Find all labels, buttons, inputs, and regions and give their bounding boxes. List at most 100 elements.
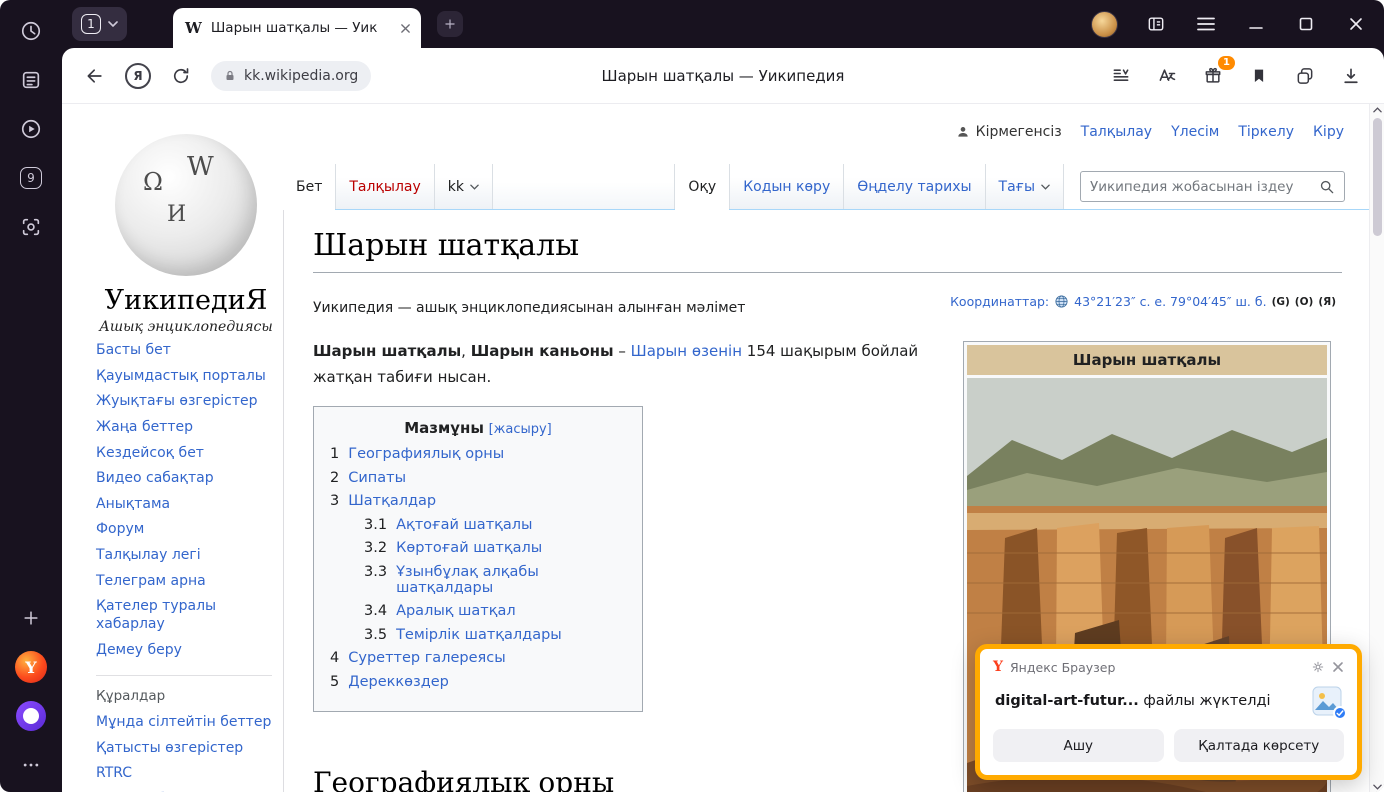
toc-link[interactable]: Шатқалдар xyxy=(348,493,436,509)
tabs-counter-badge[interactable]: 9 xyxy=(14,161,48,195)
sidebar-link-report[interactable]: Қателер туралы хабарлау xyxy=(96,598,272,633)
extensions-icon[interactable] xyxy=(1292,63,1318,89)
coordinates-label[interactable]: Координаттар: xyxy=(950,294,1049,309)
file-thumbnail[interactable] xyxy=(1312,686,1342,716)
tab-viewsource-label: Кодын көру xyxy=(743,179,830,195)
personal-login-link[interactable]: Кіру xyxy=(1313,124,1344,140)
sidebar-link-donate[interactable]: Демеу беру xyxy=(96,642,272,660)
river-link[interactable]: Шарын өзенін xyxy=(631,342,742,360)
chevron-down-icon xyxy=(1041,184,1050,190)
tools-link-rtrc[interactable]: RTRC xyxy=(96,765,272,783)
address-bar[interactable]: kk.wikipedia.org xyxy=(211,61,371,91)
show-in-folder-button[interactable]: Қалтада көрсету xyxy=(1174,729,1345,762)
promo-gift-icon[interactable]: 1 xyxy=(1200,63,1226,89)
toc-link[interactable]: Суреттер галереясы xyxy=(348,650,505,666)
history-icon[interactable] xyxy=(14,14,48,48)
coord-link-g[interactable]: (G) xyxy=(1272,296,1290,308)
screenshot-icon[interactable] xyxy=(14,210,48,244)
yandex-search-button[interactable]: Я xyxy=(125,63,151,89)
tab-history[interactable]: Өңделу тарихы xyxy=(844,164,985,209)
new-tab-button[interactable] xyxy=(437,11,463,37)
alice-assistant-icon[interactable] xyxy=(14,699,48,733)
coord-link-ya[interactable]: (Я) xyxy=(1318,296,1336,308)
toc-link[interactable]: Дереккөздер xyxy=(348,674,449,690)
active-tab[interactable]: W Шарын шатқалы — Уик xyxy=(173,8,421,48)
toolbar: Я kk.wikipedia.org Шарын шатқалы — Уикип… xyxy=(62,48,1384,104)
wiki-search-input[interactable] xyxy=(1090,179,1319,195)
toc-item: 3.2Көртоғай шатқалы xyxy=(330,540,626,556)
more-options-icon[interactable] xyxy=(14,748,48,782)
sidebar-link-newpages[interactable]: Жаңа беттер xyxy=(96,419,272,437)
minimize-button[interactable] xyxy=(1244,12,1268,36)
popup-close-icon[interactable] xyxy=(1332,661,1344,673)
tab-group-selector[interactable]: 1 xyxy=(72,7,127,41)
sidebar-link-random[interactable]: Кездейсоқ бет xyxy=(96,445,272,463)
tab-close-icon[interactable] xyxy=(400,23,411,34)
scrollbar-thumb[interactable] xyxy=(1373,118,1382,236)
popup-settings-icon[interactable] xyxy=(1311,660,1325,674)
video-icon[interactable] xyxy=(14,112,48,146)
reader-mode-icon[interactable] xyxy=(1108,63,1134,89)
download-complete-icon xyxy=(1333,706,1347,720)
personal-contrib-link[interactable]: Үлесім xyxy=(1171,124,1219,140)
refresh-button[interactable] xyxy=(168,63,194,89)
wiki-search-box[interactable] xyxy=(1080,171,1345,202)
tools-link-related[interactable]: Қатысты өзгерістер xyxy=(96,740,272,758)
logo-wordmark: УикипедиЯ xyxy=(88,285,284,316)
toc-number: 3.1 xyxy=(364,517,387,533)
sidebar-link-portal[interactable]: Қауымдастық порталы xyxy=(96,368,272,386)
wikipedia-logo[interactable]: Ω W И УикипедиЯ Ашық энциклопедиясы xyxy=(88,134,284,335)
tab-read[interactable]: Оқу xyxy=(675,164,730,209)
personal-register-link[interactable]: Тіркелу xyxy=(1238,124,1294,140)
sidebar-link-recent[interactable]: Жуықтағы өзгерістер xyxy=(96,393,272,411)
scroll-up-icon[interactable] xyxy=(1373,107,1382,113)
downloads-icon[interactable] xyxy=(1338,63,1364,89)
sidebar-link-video[interactable]: Видео сабақтар xyxy=(96,470,272,488)
toc-link[interactable]: Темірлік шатқалдары xyxy=(396,627,562,643)
scrollbar[interactable] xyxy=(1369,104,1384,792)
toc-link[interactable]: Географиялық орны xyxy=(348,446,504,462)
user-avatar[interactable] xyxy=(1091,11,1118,38)
toc-link[interactable]: Ұзынбұлақ алқабы шатқалдары xyxy=(396,564,626,596)
anon-user[interactable]: Кірмегенсіз xyxy=(956,124,1062,140)
feed-icon[interactable] xyxy=(14,63,48,97)
close-button[interactable] xyxy=(1344,12,1368,36)
tools-link-whatlinkshere[interactable]: Мұнда сілтейтін беттер xyxy=(96,714,272,732)
download-message: digital-art-futur... файлы жүктелді xyxy=(995,686,1342,716)
toc-link[interactable]: Көртоғай шатқалы xyxy=(396,540,542,556)
personal-talk-link[interactable]: Талқылау xyxy=(1081,124,1152,140)
wiki-sidebar: Басты бет Қауымдастық порталы Жуықтағы ө… xyxy=(96,342,272,792)
sidebar-link-talkfeed[interactable]: Талқылау легі xyxy=(96,547,272,565)
tab-language-label: kk xyxy=(448,179,464,195)
tab-talk[interactable]: Талқылау xyxy=(336,164,434,209)
search-icon[interactable] xyxy=(1319,179,1335,195)
sidebar-link-telegram[interactable]: Телеграм арна xyxy=(96,573,272,591)
toc-link[interactable]: Сипаты xyxy=(348,470,406,486)
scroll-down-icon[interactable] xyxy=(1373,784,1382,790)
sidebar-link-main[interactable]: Басты бет xyxy=(96,342,272,360)
site-tagline: Уикипедия — ашық энциклопедиясынан алынғ… xyxy=(313,300,745,316)
browser-surface: Я kk.wikipedia.org Шарын шатқалы — Уикип… xyxy=(62,48,1384,792)
download-filename: digital-art-futur... xyxy=(995,693,1139,709)
coord-link-o[interactable]: (O) xyxy=(1295,296,1314,308)
sidebar-link-help[interactable]: Анықтама xyxy=(96,496,272,514)
toc-hide-link[interactable]: [жасыру] xyxy=(489,422,552,437)
toc-link[interactable]: Ақтоғай шатқалы xyxy=(396,517,532,533)
maximize-button[interactable] xyxy=(1294,12,1318,36)
bookmark-icon[interactable] xyxy=(1246,63,1272,89)
tab-group-count: 1 xyxy=(81,14,101,34)
back-button[interactable] xyxy=(82,63,108,89)
side-panels-icon[interactable] xyxy=(1144,12,1168,36)
tab-viewsource[interactable]: Кодын көру xyxy=(730,164,844,209)
menu-icon[interactable] xyxy=(1194,12,1218,36)
yandex-browser-logo[interactable]: Y xyxy=(14,650,48,684)
translate-icon[interactable] xyxy=(1154,63,1180,89)
tab-language[interactable]: kk xyxy=(435,164,493,209)
toc-link[interactable]: Аралық шатқал xyxy=(396,603,516,619)
open-file-button[interactable]: Ашу xyxy=(993,729,1164,762)
sidebar-link-forum[interactable]: Форум xyxy=(96,521,272,539)
tab-page[interactable]: Бет xyxy=(283,164,336,209)
coordinates-value[interactable]: 43°21′23″ с. е. 79°04′45″ ш. б. xyxy=(1074,294,1266,309)
tab-more[interactable]: Тағы xyxy=(986,164,1064,209)
add-panel-icon[interactable] xyxy=(14,601,48,635)
